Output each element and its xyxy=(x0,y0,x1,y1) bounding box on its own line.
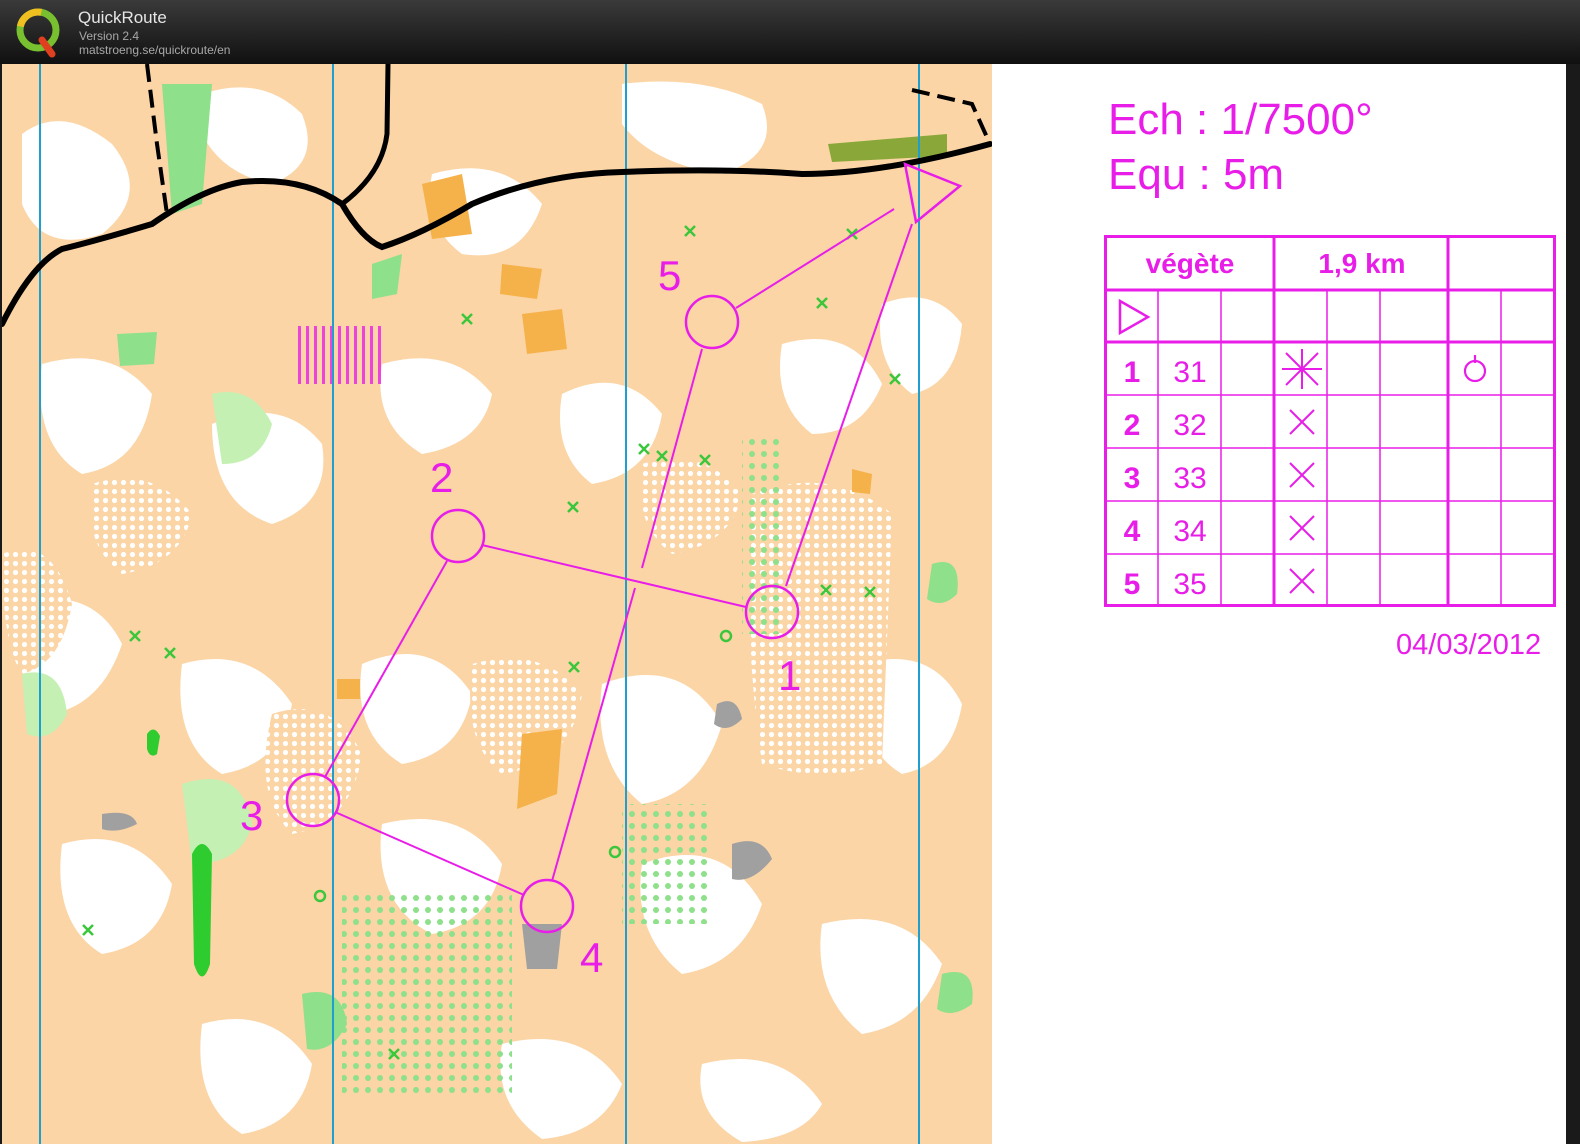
control-row-3: 3 33 xyxy=(1124,462,1315,495)
cross-icon xyxy=(1289,462,1315,488)
frame-border-right xyxy=(1566,64,1580,1144)
control-row-number: 1 xyxy=(1124,356,1141,389)
control-row-number: 4 xyxy=(1124,515,1141,548)
control-row-code: 35 xyxy=(1173,568,1206,601)
event-name: végète xyxy=(1146,248,1235,279)
control-number-2: 2 xyxy=(430,454,453,501)
cross-icon xyxy=(1289,515,1315,541)
quickroute-logo-icon xyxy=(16,8,60,58)
control-row-1: 1 31 xyxy=(1124,349,1487,389)
start-triangle-icon xyxy=(1118,298,1151,336)
title-bar: QuickRoute Version 2.4 matstroeng.se/qui… xyxy=(0,0,1580,64)
thicket-cross-icon xyxy=(1282,349,1322,389)
cross-icon xyxy=(1289,568,1315,594)
control-number-5: 5 xyxy=(658,252,681,299)
control-row-5: 5 35 xyxy=(1124,568,1315,601)
control-row-code: 32 xyxy=(1173,409,1206,442)
orienteering-map[interactable]: 1 2 3 4 5 xyxy=(2,64,992,1144)
control-row-code: 34 xyxy=(1173,515,1206,548)
cross-icon xyxy=(1289,409,1315,435)
control-row-2: 2 32 xyxy=(1124,409,1315,442)
control-number-3: 3 xyxy=(240,792,263,839)
app-url: matstroeng.se/quickroute/en xyxy=(79,43,231,57)
map-scale: Ech : 1/7500° xyxy=(1108,95,1373,144)
control-number-1: 1 xyxy=(778,652,801,699)
control-row-number: 3 xyxy=(1124,462,1141,495)
event-date: 04/03/2012 xyxy=(1396,629,1542,661)
contour-interval: Equ : 5m xyxy=(1108,150,1285,199)
control-row-number: 2 xyxy=(1124,409,1141,442)
course-length: 1,9 km xyxy=(1318,248,1405,279)
control-row-number: 5 xyxy=(1124,568,1141,601)
control-row-code: 33 xyxy=(1173,462,1206,495)
control-row-4: 4 34 xyxy=(1124,515,1315,548)
control-row-code: 31 xyxy=(1173,356,1206,389)
control-description-sheet: végète 1,9 km 1 31 2 32 3 33 4 34 5 35 xyxy=(1104,235,1556,607)
loop-icon xyxy=(1463,355,1487,383)
app-name: QuickRoute xyxy=(78,8,167,27)
app-version: Version 2.4 xyxy=(79,29,140,43)
control-number-4: 4 xyxy=(580,934,603,981)
